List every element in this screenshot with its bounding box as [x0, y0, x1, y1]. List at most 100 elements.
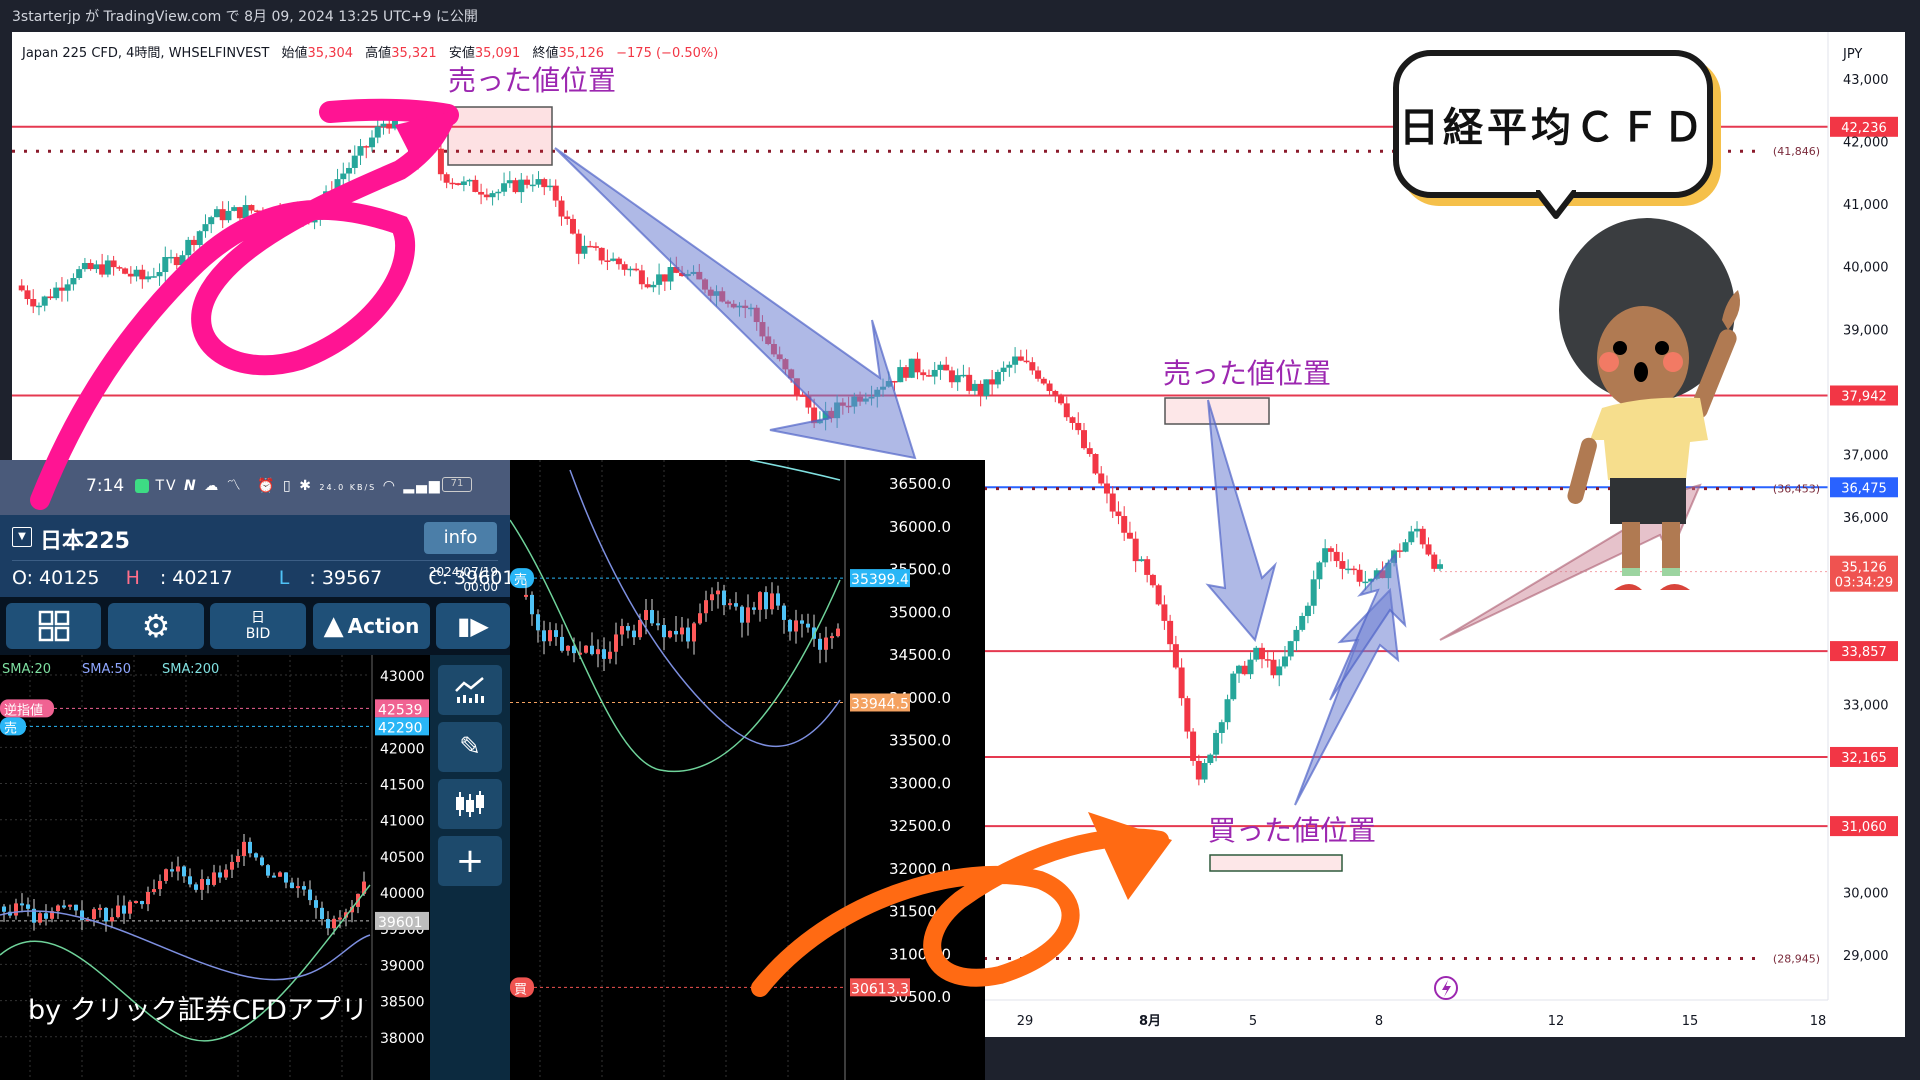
trend-icon: 〽 [226, 478, 243, 494]
grid-menu-button[interactable] [6, 603, 101, 649]
candle-body [64, 284, 71, 291]
speech-bubble-text: 日経平均ＣＦＤ [1399, 105, 1707, 151]
alarm-icon: ⏰ [257, 478, 277, 494]
signal-icon: ▂▄▆ [403, 478, 442, 494]
play-button[interactable]: ▮▶ [436, 603, 510, 649]
candle-body [656, 274, 663, 285]
mid-candle-body [776, 593, 780, 606]
phone-candle-body [14, 903, 18, 916]
candle-body [1092, 454, 1099, 474]
high-value: 35,321 [391, 46, 437, 61]
candle-body [196, 231, 203, 246]
phone-candle-body [326, 918, 330, 929]
intraday-candle-chart[interactable]: 36500.036000.035500.035000.034500.034000… [510, 460, 985, 1080]
candle-body [162, 257, 169, 273]
dotted-level-label: (36,453) [1773, 483, 1820, 496]
candle-body [1322, 548, 1329, 563]
phone-candle-body [44, 913, 48, 919]
mid-candle-body [758, 592, 762, 610]
candle-body [380, 123, 387, 127]
phone-candle-body [62, 905, 66, 908]
phone-candle-body [206, 879, 210, 885]
mid-candle-body [722, 590, 726, 606]
symbol-dropdown-icon[interactable]: ▼ [12, 527, 32, 547]
mid-price-tick: 31000.0 [889, 945, 951, 963]
phone-candle-body [188, 876, 192, 885]
sma-legend-item: SMA:20 [2, 662, 51, 677]
candle-body [1126, 532, 1133, 539]
add-button[interactable]: + [438, 836, 502, 886]
candle-body [145, 276, 152, 280]
candle-body [1345, 568, 1352, 571]
candle-body [317, 208, 324, 220]
phone-candle-body [338, 917, 342, 920]
app-notification-icon [135, 479, 149, 493]
candle-body [1201, 762, 1208, 780]
candle-body [305, 216, 312, 223]
mid-candle-body [584, 645, 588, 653]
battery-icon: 71 [442, 477, 472, 492]
mid-candle-body [536, 614, 540, 631]
candle-body [104, 260, 111, 275]
phone-candle-body [110, 917, 114, 922]
candle-body [156, 272, 163, 277]
candle-body [512, 180, 519, 193]
pink-up-arrow [1439, 483, 1702, 641]
period-button[interactable]: 日 BID [210, 603, 306, 649]
candle-body [455, 183, 462, 185]
phone-candle-body [74, 904, 78, 911]
candle-body [644, 284, 651, 288]
mid-candle-body [782, 605, 786, 620]
mid-candle-body [752, 607, 756, 610]
candle-body [300, 209, 307, 217]
candle-type-button[interactable] [438, 779, 502, 829]
time-tick-label: 12 [1548, 1014, 1565, 1029]
blue-down-arrow-large [554, 147, 917, 460]
mid-candle-body [698, 613, 702, 624]
candle-body [1190, 731, 1197, 761]
indicator-chart-icon [455, 677, 484, 703]
phone-candle-body [146, 891, 150, 905]
indicator-tool-button[interactable] [438, 665, 502, 715]
open-label: 始値 [281, 46, 308, 61]
phone-candle-body [104, 907, 108, 922]
candle-body [133, 269, 140, 277]
action-button[interactable]: ▲ Action [313, 603, 430, 649]
phone-candle-body [296, 886, 300, 889]
info-button[interactable]: info [424, 522, 497, 554]
phone-candle-body [254, 853, 258, 858]
mid-price-tag-label: 30613.3 [851, 981, 909, 997]
symbol-name[interactable]: 日本225 [40, 523, 130, 555]
candle-body [489, 193, 496, 198]
mid-candle-body [566, 645, 570, 651]
lightning-icon[interactable] [1434, 976, 1458, 1000]
phone-candle-body [56, 905, 60, 912]
mid-candle-body [734, 603, 738, 607]
candle-body [633, 268, 640, 271]
candle-body [70, 278, 77, 285]
phone-candle-body [260, 857, 264, 866]
sell-zone-box-mid [1164, 397, 1270, 425]
sell-zone-box-top [447, 106, 553, 166]
settings-button[interactable]: ⚙ [108, 603, 204, 649]
candle-body [518, 179, 525, 193]
candle-body [449, 182, 456, 185]
grid-icon [38, 610, 69, 642]
draw-tool-button[interactable]: ✎ [438, 722, 502, 772]
candle-body [931, 369, 938, 377]
candle-body [87, 262, 94, 270]
candle-body [1230, 673, 1237, 700]
candle-body [99, 264, 106, 275]
candle-body [1264, 659, 1271, 661]
candle-body [414, 113, 421, 128]
candle-body [351, 155, 358, 168]
candle-body [1207, 754, 1214, 763]
candle-body [667, 267, 674, 282]
action-label: Action [347, 614, 420, 638]
candle-body [369, 137, 375, 148]
phone-candle-body [122, 905, 126, 914]
phone-candle-body [140, 901, 144, 905]
time-tick-label: 8 [1375, 1014, 1383, 1029]
candle-body [610, 258, 617, 261]
candle-body [1172, 644, 1179, 668]
